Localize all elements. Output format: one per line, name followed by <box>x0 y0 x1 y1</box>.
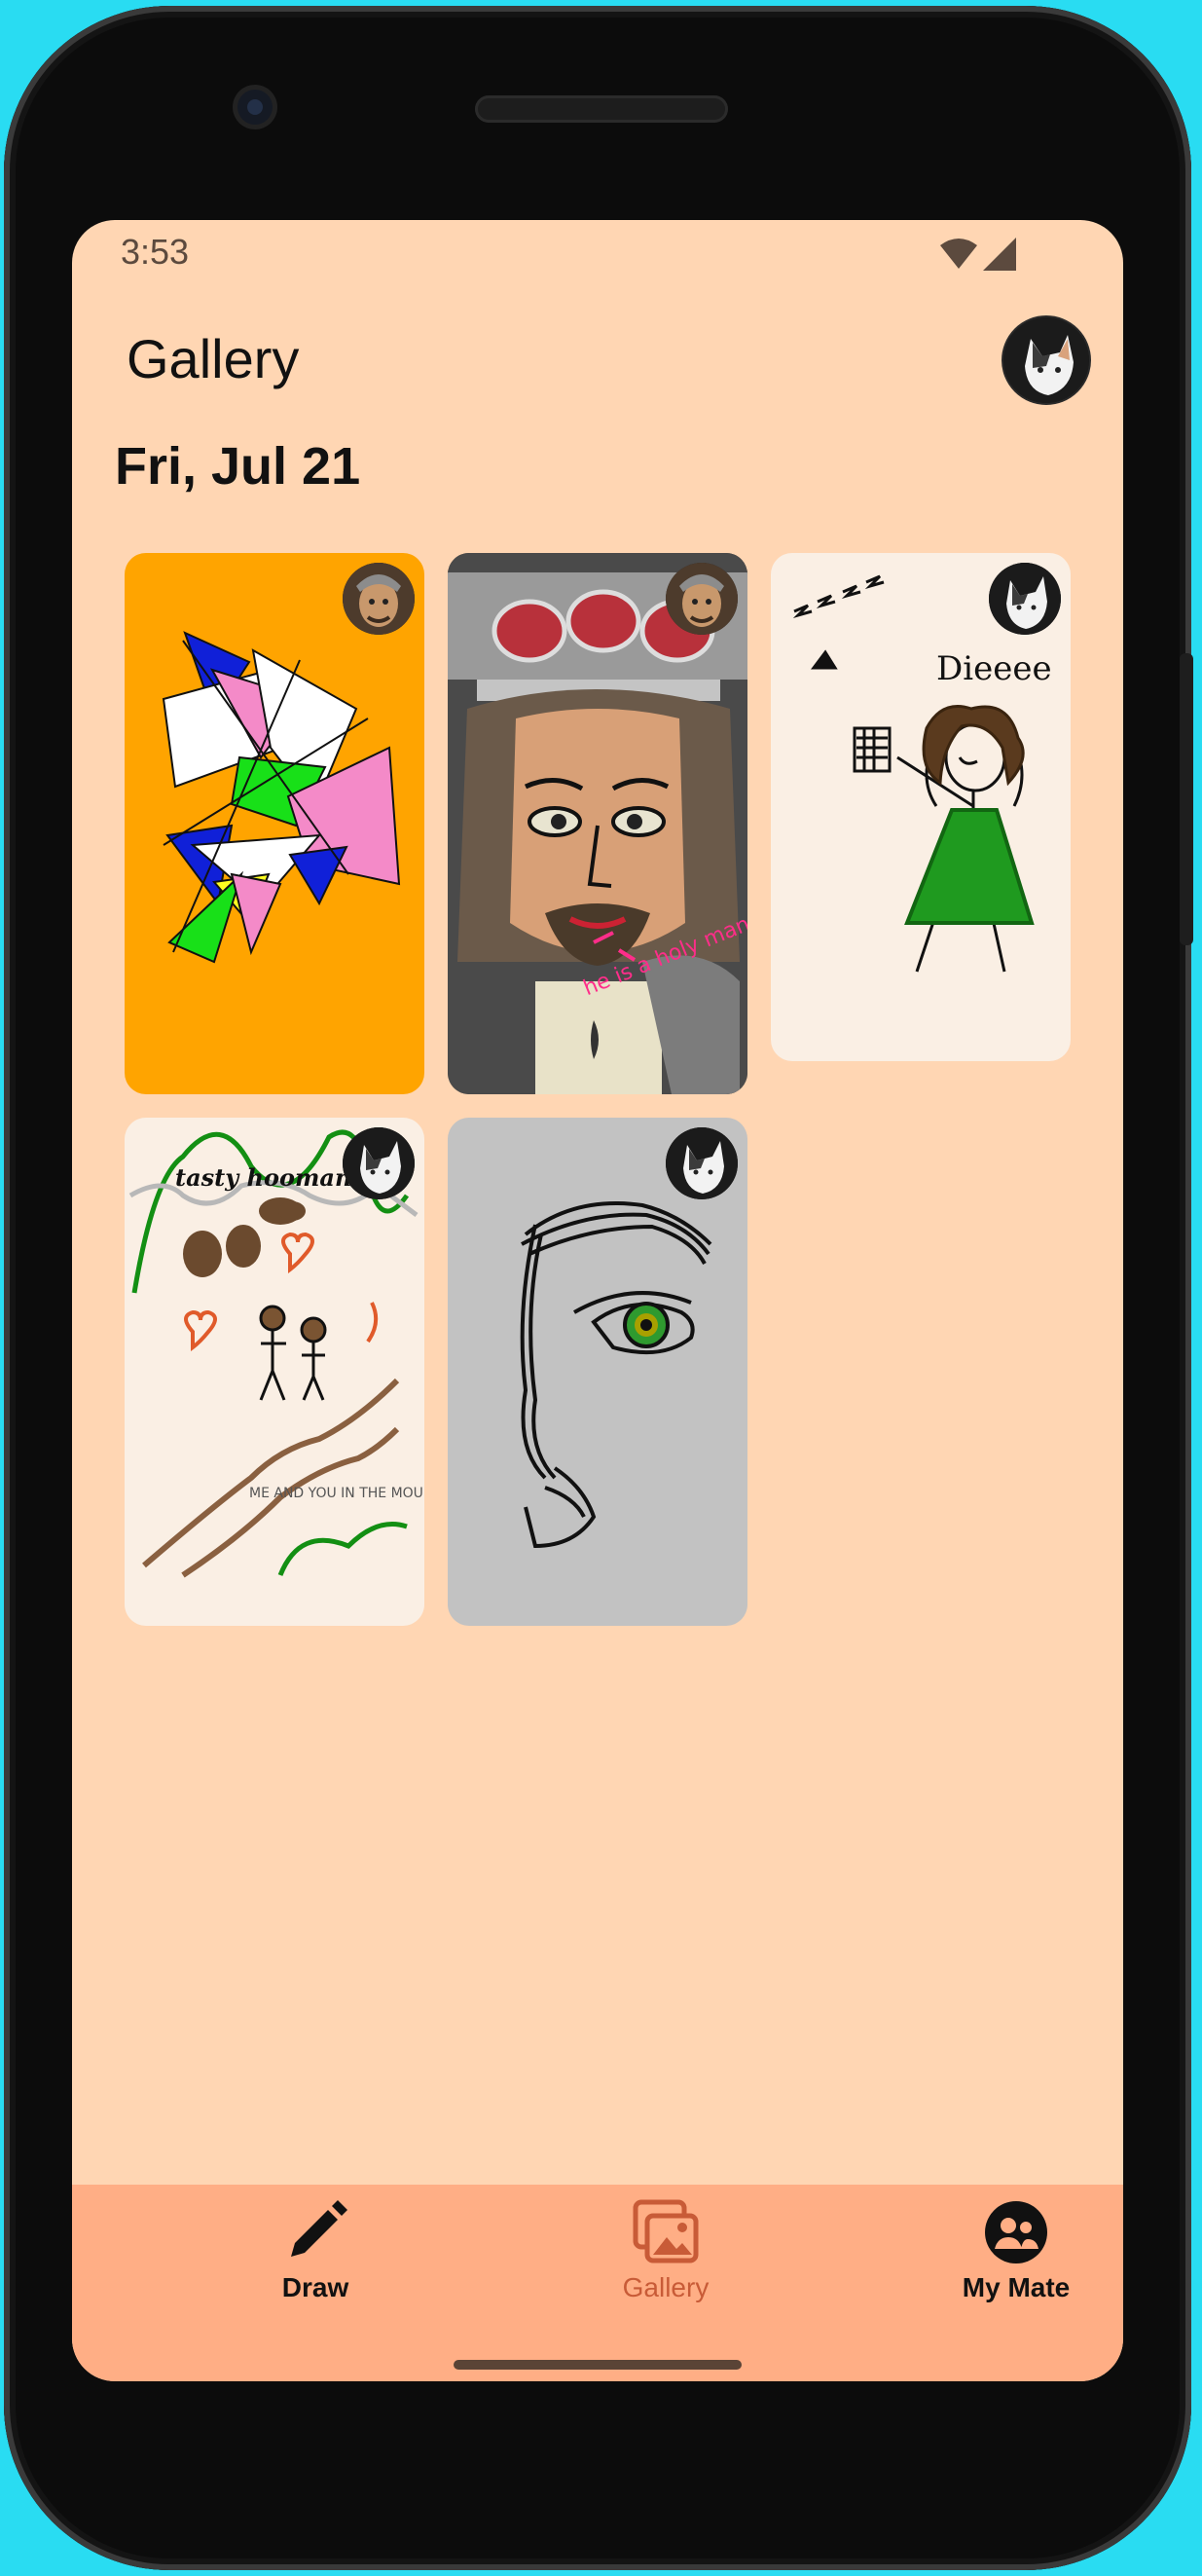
portrait-avatar-icon <box>666 563 738 635</box>
profile-avatar[interactable] <box>1002 315 1091 405</box>
page-title: Gallery <box>127 328 300 389</box>
author-avatar <box>343 563 415 635</box>
nav-gallery[interactable]: Gallery <box>559 2198 773 2315</box>
nav-draw[interactable]: Draw <box>208 2198 422 2315</box>
nav-gallery-label: Gallery <box>622 2272 710 2302</box>
gallery-card-eye[interactable] <box>448 1118 747 1626</box>
nav-draw-label: Draw <box>281 2272 349 2302</box>
gallery-card-stick-figure[interactable]: Dieeee <box>771 553 1071 1061</box>
power-button <box>1180 653 1193 945</box>
date-heading: Fri, Jul 21 <box>115 437 361 496</box>
gallery-icon <box>633 2199 699 2263</box>
status-icons <box>940 238 1016 271</box>
signal-icon <box>983 238 1016 271</box>
mountains-caption-title: tasty hoomans <box>175 1163 365 1192</box>
front-camera <box>237 90 273 125</box>
stick-figure-caption: Dieeee <box>936 649 1052 688</box>
author-avatar <box>666 563 738 635</box>
home-indicator[interactable] <box>454 2360 742 2370</box>
mountains-caption-sub: ME AND YOU IN THE MOUNTAINS <box>249 1486 424 1501</box>
nav-my-mate[interactable]: My Mate <box>909 2198 1123 2315</box>
author-avatar <box>989 563 1061 635</box>
gallery-card-sculpture[interactable]: he is a holy man with a mission <box>448 553 747 1094</box>
pencil-icon <box>291 2200 347 2257</box>
cat-avatar-icon <box>343 1127 415 1199</box>
phone-frame: 3:53 Gallery Fri, Jul 21 he is a holy ma… <box>4 6 1193 2570</box>
cat-avatar-icon <box>1003 317 1089 403</box>
author-avatar <box>343 1127 415 1199</box>
nav-my-mate-label: My Mate <box>962 2272 1071 2302</box>
earpiece-speaker <box>475 95 728 123</box>
wifi-icon <box>940 239 977 269</box>
people-icon <box>985 2201 1047 2263</box>
screen: 3:53 Gallery Fri, Jul 21 he is a holy ma… <box>72 220 1123 2381</box>
gallery-card-geometric[interactable] <box>125 553 424 1094</box>
cat-avatar-icon <box>666 1127 738 1199</box>
status-time: 3:53 <box>121 232 190 272</box>
bottom-navigation: Draw Gallery My Mate <box>72 2185 1123 2381</box>
author-avatar <box>666 1127 738 1199</box>
portrait-avatar-icon <box>343 563 415 635</box>
gallery-card-mountains[interactable]: tasty hoomans ME AND YOU IN THE MOUN <box>125 1118 424 1626</box>
cat-avatar-icon <box>989 563 1061 635</box>
